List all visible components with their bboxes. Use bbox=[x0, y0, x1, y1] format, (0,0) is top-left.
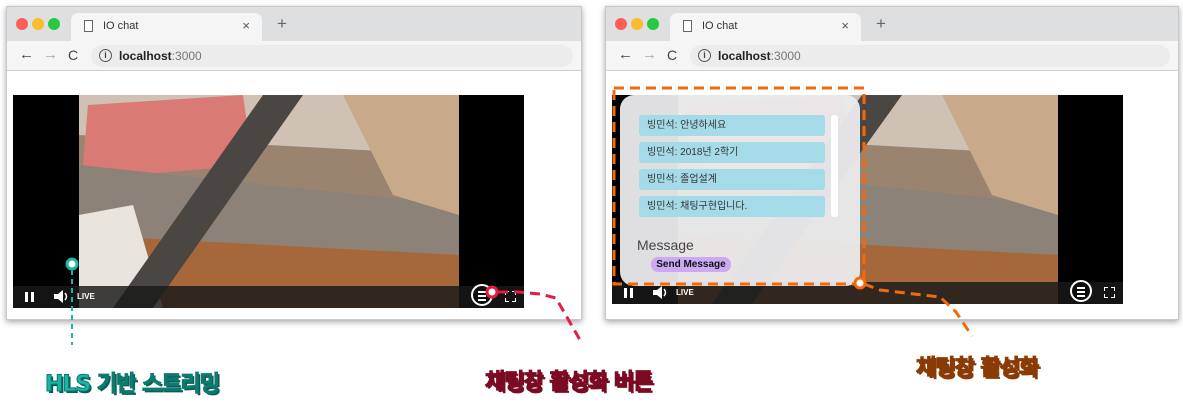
tab-close-button[interactable]: × bbox=[841, 18, 849, 33]
url-port: :3000 bbox=[171, 49, 202, 63]
chat-scrollbar[interactable] bbox=[831, 115, 838, 217]
volume-icon[interactable] bbox=[54, 290, 68, 303]
forward-arrow-icon[interactable]: → bbox=[642, 46, 657, 63]
info-icon[interactable]: i bbox=[99, 49, 112, 62]
tab-bar: IO chat × + bbox=[606, 7, 1178, 41]
url-host: localhost bbox=[119, 49, 172, 63]
fullscreen-icon[interactable] bbox=[1104, 287, 1115, 298]
chat-panel: 빙민석: 안녕하세요 빙민석: 2018년 2학기 빙민석: 졸업설계 빙민석:… bbox=[620, 95, 860, 286]
new-tab-button[interactable]: + bbox=[876, 14, 886, 34]
address-bar-row: ← → C i localhost:3000 bbox=[606, 41, 1178, 71]
chat-message: 빙민석: 채팅구현입니다. bbox=[639, 196, 825, 217]
tab-title: IO chat bbox=[103, 20, 139, 32]
send-message-button[interactable]: Send Message bbox=[651, 257, 731, 272]
pause-icon[interactable] bbox=[624, 288, 633, 298]
tab-io-chat[interactable]: IO chat × bbox=[71, 13, 262, 41]
url-input[interactable]: i localhost:3000 bbox=[690, 45, 1170, 67]
hls-streaming-caption: HLS 기반 스트리밍 bbox=[44, 372, 220, 398]
chat-message: 빙민석: 졸업설계 bbox=[639, 169, 825, 190]
info-icon[interactable]: i bbox=[698, 49, 711, 62]
fullscreen-icon[interactable] bbox=[505, 291, 516, 302]
volume-icon[interactable] bbox=[653, 286, 667, 299]
back-arrow-icon[interactable]: ← bbox=[19, 46, 34, 63]
video-control-bar: LIVE bbox=[13, 284, 524, 308]
reload-icon[interactable]: C bbox=[667, 47, 677, 63]
video-player[interactable]: LIVE bbox=[13, 95, 524, 308]
tab-bar: IO chat × + bbox=[7, 7, 581, 41]
message-input[interactable]: Message bbox=[637, 237, 694, 253]
url-text: localhost:3000 bbox=[718, 49, 801, 63]
url-input[interactable]: i localhost:3000 bbox=[91, 45, 573, 67]
minimize-window-button[interactable] bbox=[631, 18, 643, 30]
chat-toggle-button-caption: 채팅창 활성화 버튼 bbox=[484, 370, 653, 396]
minimize-window-button[interactable] bbox=[32, 18, 44, 30]
url-port: :3000 bbox=[770, 49, 801, 63]
page-icon bbox=[84, 20, 93, 32]
browser-window-left: IO chat × + ← → C i localhost:3000 LIVE bbox=[6, 6, 582, 320]
forward-arrow-icon[interactable]: → bbox=[43, 46, 58, 63]
browser-window-right: IO chat × + ← → C i localhost:3000 LIVE … bbox=[605, 6, 1179, 320]
chat-toggle-icon[interactable] bbox=[471, 284, 493, 306]
reload-icon[interactable]: C bbox=[68, 47, 78, 63]
maximize-window-button[interactable] bbox=[48, 18, 60, 30]
new-tab-button[interactable]: + bbox=[277, 14, 287, 34]
live-label: LIVE bbox=[77, 292, 95, 301]
chat-activated-caption: 채팅창 활성화 bbox=[915, 356, 1039, 382]
url-text: localhost:3000 bbox=[119, 49, 202, 63]
page-icon bbox=[683, 20, 692, 32]
close-window-button[interactable] bbox=[16, 18, 28, 30]
back-arrow-icon[interactable]: ← bbox=[618, 46, 633, 63]
chat-message: 빙민석: 2018년 2학기 bbox=[639, 142, 825, 163]
pause-icon[interactable] bbox=[25, 292, 34, 302]
chat-message: 빙민석: 안녕하세요 bbox=[639, 115, 825, 136]
chat-toggle-icon[interactable] bbox=[1070, 280, 1092, 302]
tab-close-button[interactable]: × bbox=[242, 18, 250, 33]
maximize-window-button[interactable] bbox=[647, 18, 659, 30]
video-frame bbox=[13, 95, 524, 308]
address-bar-row: ← → C i localhost:3000 bbox=[7, 41, 581, 71]
live-label: LIVE bbox=[676, 288, 694, 297]
tab-io-chat[interactable]: IO chat × bbox=[670, 13, 861, 41]
tab-title: IO chat bbox=[702, 20, 738, 32]
close-window-button[interactable] bbox=[615, 18, 627, 30]
comparison-figure: IO chat × + ← → C i localhost:3000 LIVE … bbox=[0, 0, 1183, 405]
url-host: localhost bbox=[718, 49, 771, 63]
